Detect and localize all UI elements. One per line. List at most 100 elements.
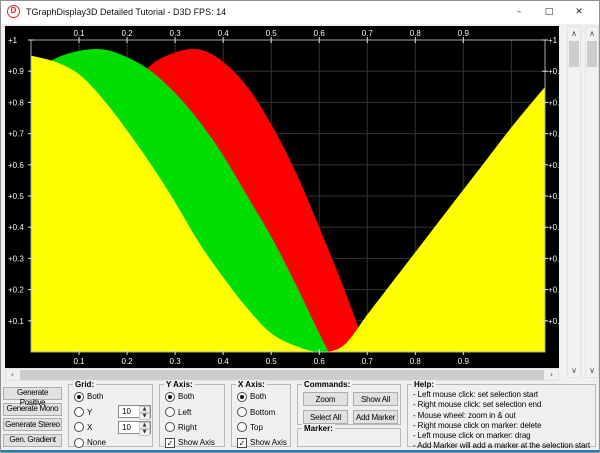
- radio-label: Both: [250, 392, 266, 401]
- radio-icon[interactable]: [74, 438, 84, 448]
- command-buttons: Zoom Show All Select All Add Marker: [303, 392, 398, 424]
- help-group-label: Help:: [412, 380, 436, 389]
- checkbox-show-axis[interactable]: ✓Show Axis: [237, 435, 290, 450]
- radio-label: Bottom: [250, 408, 275, 417]
- spinbox-value: 10: [119, 406, 139, 417]
- gen-gradient-button[interactable]: Gen. Gradient: [3, 434, 62, 447]
- radio-option-none[interactable]: None: [74, 435, 152, 450]
- radio-option-top[interactable]: Top: [237, 420, 290, 435]
- window-title: TGraphDisplay3D Detailed Tutorial - D3D …: [26, 7, 226, 17]
- help-line: - Right mouse click: set selection end: [413, 400, 595, 410]
- y-tick-label-left: +0.6: [8, 161, 24, 170]
- spinbox[interactable]: 10▲▼: [118, 405, 151, 418]
- radio-option-both[interactable]: Both: [74, 389, 152, 404]
- spin-up-icon[interactable]: ▲: [139, 406, 150, 413]
- scroll-up-icon[interactable]: ∧: [568, 27, 580, 40]
- x-tick-label-bottom: 0.8: [410, 357, 422, 366]
- select-all-button[interactable]: Select All: [303, 410, 348, 424]
- marker-group: Marker:: [297, 428, 401, 447]
- radio-option-bottom[interactable]: Bottom: [237, 404, 290, 419]
- vertical-scrollbar-2-thumb[interactable]: [587, 41, 597, 67]
- scroll-left-icon[interactable]: ‹: [6, 369, 19, 380]
- x-tick-label-bottom: 0.1: [73, 357, 85, 366]
- radio-option-y[interactable]: Y10▲▼: [74, 404, 152, 419]
- x-tick-label-top: 0.9: [458, 29, 470, 38]
- spin-up-icon[interactable]: ▲: [139, 422, 150, 429]
- y-tick-label-right: +0.6: [548, 161, 559, 170]
- graph-display-area[interactable]: 0.10.10.20.20.30.30.40.40.50.50.60.60.70…: [5, 26, 559, 368]
- help-line: - Left mouse click: set selection start: [413, 390, 595, 400]
- y-tick-label-right: +0.4: [548, 223, 559, 232]
- add-marker-button[interactable]: Add Marker: [353, 410, 398, 424]
- help-text: - Left mouse click: set selection start-…: [408, 385, 595, 452]
- scroll-down-icon[interactable]: ∨: [586, 364, 598, 377]
- scroll-down-icon[interactable]: ∨: [568, 364, 580, 377]
- y-tick-label-right: +0.7: [548, 130, 559, 139]
- radio-icon[interactable]: [165, 392, 175, 402]
- help-line: - Left mouse click on marker: drag: [413, 431, 595, 441]
- radio-icon[interactable]: [237, 407, 247, 417]
- radio-icon[interactable]: [165, 422, 175, 432]
- y-tick-label-right: +0.3: [548, 254, 559, 263]
- generate-stereo-button[interactable]: Generate Stereo: [3, 418, 62, 431]
- checkbox-icon[interactable]: ✓: [237, 438, 247, 448]
- grid-group-label: Grid:: [73, 380, 96, 389]
- radio-label: Left: [178, 408, 191, 417]
- radio-icon[interactable]: [74, 392, 84, 402]
- generator-buttons-column: Generate Positive Generate Mono Generate S…: [3, 387, 62, 449]
- spinbox[interactable]: 10▲▼: [118, 421, 151, 434]
- commands-group: Commands: ZoomShow AllSelect AllAdd Mark…: [297, 384, 401, 425]
- show-all-button[interactable]: Show All: [353, 392, 398, 406]
- x-tick-label-bottom: 0.5: [266, 357, 278, 366]
- vertical-scrollbar-1[interactable]: ∧ ∨: [567, 26, 581, 378]
- radio-option-right[interactable]: Right: [165, 420, 224, 435]
- radio-icon[interactable]: [237, 392, 247, 402]
- radio-icon[interactable]: [237, 422, 247, 432]
- radio-option-x[interactable]: X10▲▼: [74, 420, 152, 435]
- radio-option-both[interactable]: Both: [237, 389, 290, 404]
- scroll-up-icon[interactable]: ∧: [586, 27, 598, 40]
- y-axis-group: Y Axis: BothLeftRight✓Show Axis: [159, 384, 225, 447]
- y-tick-label-left: +0.9: [8, 67, 24, 76]
- radio-option-left[interactable]: Left: [165, 404, 224, 419]
- y-tick-label-left: +0.3: [8, 254, 24, 263]
- y-tick-label-left: +0.7: [8, 130, 24, 139]
- scroll-right-icon[interactable]: ›: [545, 369, 558, 380]
- radio-label: Both: [87, 392, 103, 401]
- y-tick-label-right: +0.2: [548, 286, 559, 295]
- radio-icon[interactable]: [74, 407, 84, 417]
- x-tick-label-bottom: 0.4: [218, 357, 230, 366]
- y-tick-label-right: +0.9: [548, 67, 559, 76]
- maximize-button[interactable]: □: [534, 0, 564, 24]
- spinbox-buttons: ▲▼: [139, 422, 150, 433]
- checkbox-label: Show Axis: [250, 438, 287, 447]
- checkbox-show-axis[interactable]: ✓Show Axis: [165, 435, 224, 450]
- radio-option-both[interactable]: Both: [165, 389, 224, 404]
- zoom-button[interactable]: Zoom: [303, 392, 348, 406]
- y-tick-label-right: +0.8: [548, 98, 559, 107]
- vertical-scrollbar-2[interactable]: ∧ ∨: [585, 26, 599, 378]
- radio-icon[interactable]: [74, 422, 84, 432]
- y-tick-label-left: +0.1: [8, 317, 24, 326]
- app-icon: D: [7, 5, 20, 18]
- x-tick-label-top: 0.1: [73, 29, 85, 38]
- radio-label: Right: [178, 423, 197, 432]
- grid-group: Grid: BothY10▲▼X10▲▼None: [68, 384, 153, 447]
- checkbox-icon[interactable]: ✓: [165, 438, 175, 448]
- x-axis-group-label: X Axis:: [236, 380, 267, 389]
- minimize-button[interactable]: –: [504, 0, 534, 24]
- close-button[interactable]: ✕: [564, 0, 594, 24]
- generate-mono-button[interactable]: Generate Mono: [3, 403, 62, 416]
- x-tick-label-bottom: 0.2: [122, 357, 134, 366]
- horizontal-scrollbar-thumb[interactable]: [20, 370, 544, 380]
- y-tick-label-left: +0.8: [8, 98, 24, 107]
- x-axis-group: X Axis: BothBottomTop✓Show Axis: [231, 384, 291, 447]
- vertical-scrollbar-1-thumb[interactable]: [569, 41, 579, 67]
- title-bar: D TGraphDisplay3D Detailed Tutorial - D3…: [0, 0, 600, 24]
- generate-positive-button[interactable]: Generate Positive: [3, 387, 62, 400]
- help-group: Help: - Left mouse click: set selection …: [407, 384, 596, 447]
- radio-icon[interactable]: [165, 407, 175, 417]
- y-tick-label-left: +0.5: [8, 192, 24, 201]
- waveform-chart: 0.10.10.20.20.30.30.40.40.50.50.60.60.70…: [5, 26, 559, 368]
- x-tick-label-top: 0.2: [122, 29, 134, 38]
